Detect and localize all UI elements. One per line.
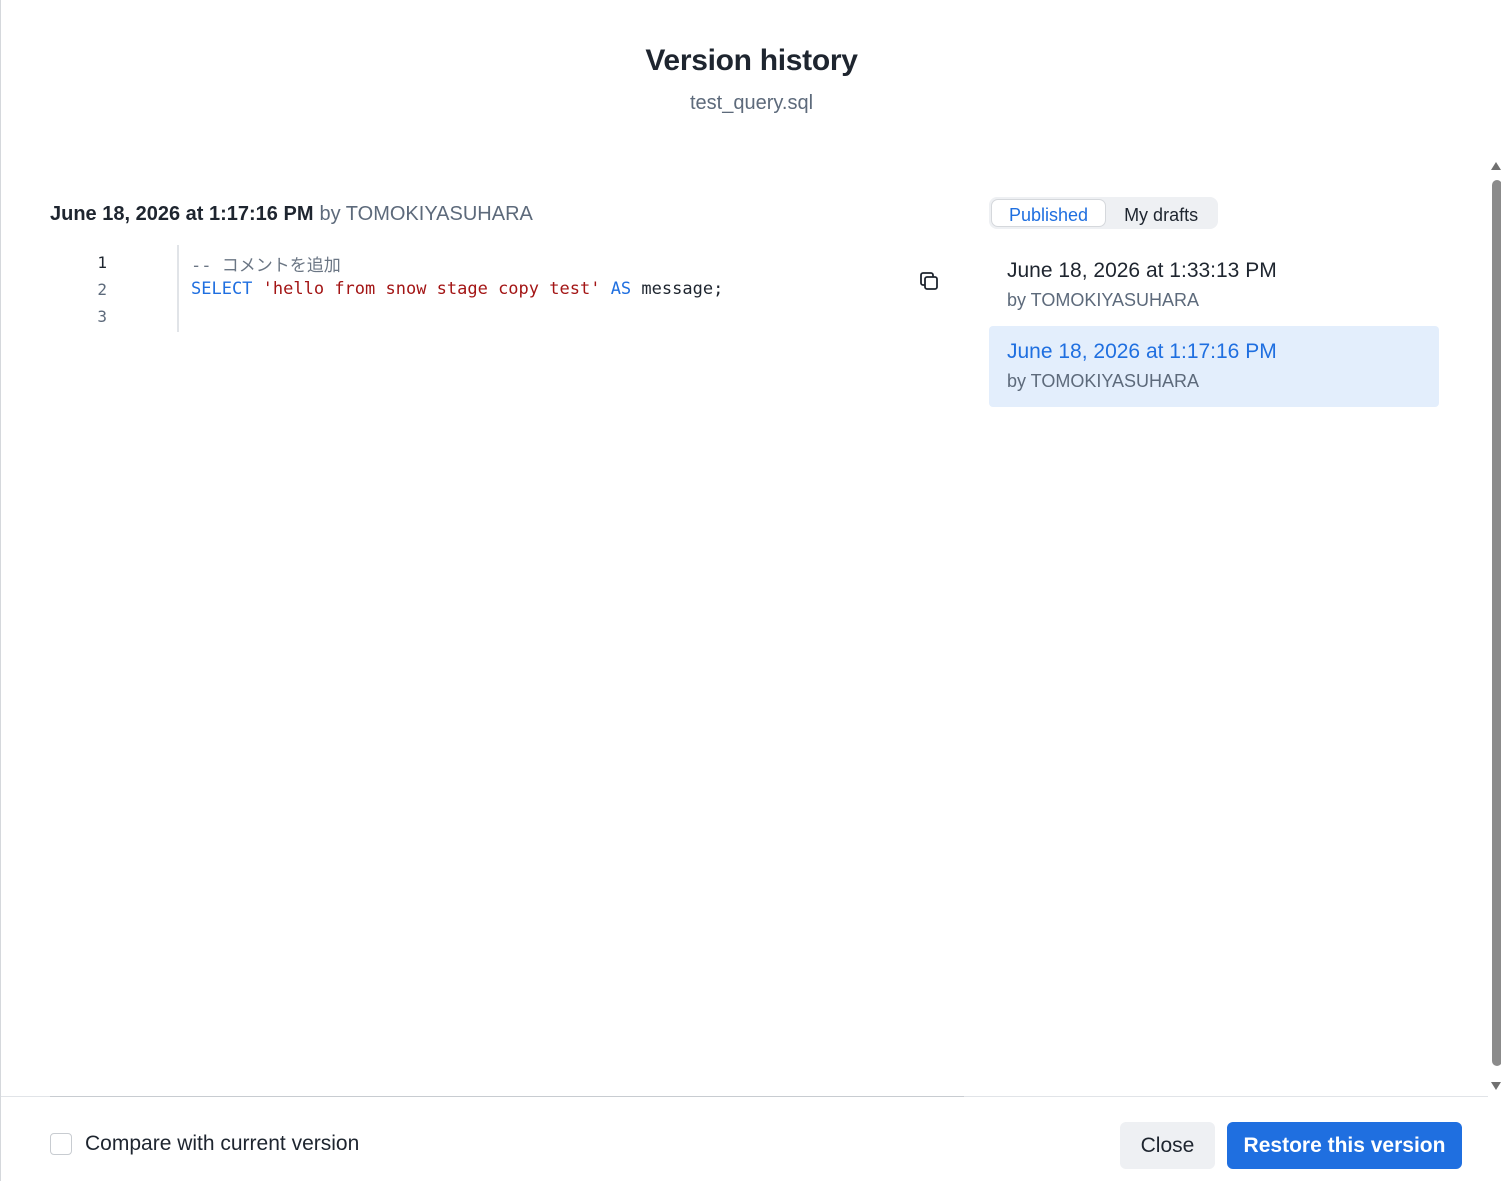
version-preview: June 18, 2026 at 1:17:16 PM by TOMOKIYASU… bbox=[50, 200, 950, 228]
version-list: June 18, 2026 at 1:33:13 PM by TOMOKIYAS… bbox=[989, 245, 1439, 407]
version-heading-author: by TOMOKIYASUHARA bbox=[319, 203, 533, 225]
code-comment: -- コメントを追加 bbox=[191, 256, 341, 276]
version-list-item-selected[interactable]: June 18, 2026 at 1:17:16 PM by TOMOKIYAS… bbox=[989, 326, 1439, 407]
line-number: 3 bbox=[97, 307, 107, 326]
scroll-up-arrow-icon[interactable] bbox=[1491, 162, 1501, 170]
tab-my-drafts[interactable]: My drafts bbox=[1106, 199, 1216, 227]
file-name: test_query.sql bbox=[689, 92, 814, 114]
copy-icon bbox=[920, 272, 938, 290]
dialog-title: Version history bbox=[645, 44, 858, 77]
code-string: 'hello from snow stage copy test' bbox=[262, 279, 601, 299]
version-heading: June 18, 2026 at 1:17:16 PM by TOMOKIYASU… bbox=[50, 200, 950, 228]
version-author: by TOMOKIYASUHARA bbox=[1007, 290, 1200, 310]
compare-label: Compare with current version bbox=[85, 1132, 360, 1155]
line-number: 2 bbox=[97, 280, 107, 299]
version-author: by TOMOKIYASUHARA bbox=[1007, 371, 1200, 391]
close-button[interactable]: Close bbox=[1120, 1122, 1215, 1169]
version-list-item[interactable]: June 18, 2026 at 1:33:13 PM by TOMOKIYAS… bbox=[989, 245, 1439, 326]
version-heading-date: June 18, 2026 at 1:17:16 PM bbox=[50, 203, 314, 225]
compare-toggle[interactable]: Compare with current version bbox=[50, 1132, 359, 1156]
copy-code-button[interactable] bbox=[916, 268, 942, 294]
compare-checkbox[interactable] bbox=[50, 1133, 72, 1155]
code-keyword: SELECT bbox=[191, 279, 253, 299]
code-line-1: -- コメントを追加 bbox=[191, 251, 341, 276]
footer-divider-accent bbox=[50, 1096, 964, 1097]
line-number-gutter: 1 2 3 bbox=[50, 245, 179, 332]
version-date: June 18, 2026 at 1:33:13 PM bbox=[1007, 259, 1277, 282]
version-history-dialog: Version history test_query.sql June 18, … bbox=[0, 0, 1501, 1181]
restore-version-button[interactable]: Restore this version bbox=[1227, 1122, 1462, 1169]
version-date: June 18, 2026 at 1:17:16 PM bbox=[1007, 340, 1277, 363]
code-text: message; bbox=[641, 279, 724, 299]
scroll-down-arrow-icon[interactable] bbox=[1491, 1082, 1501, 1090]
scrollbar[interactable] bbox=[1488, 160, 1501, 1090]
versions-panel: Published My drafts June 18, 2026 at 1:3… bbox=[989, 197, 1439, 407]
line-number: 1 bbox=[97, 253, 107, 272]
scroll-thumb[interactable] bbox=[1492, 180, 1501, 1066]
tab-published[interactable]: Published bbox=[991, 199, 1107, 227]
code-keyword: AS bbox=[610, 279, 632, 299]
version-tabs: Published My drafts bbox=[989, 197, 1219, 229]
code-viewer[interactable]: 1 2 3 -- コメントを追加 SELECT 'hello from snow… bbox=[50, 245, 950, 335]
code-line-2: SELECT 'hello from snow stage copy test'… bbox=[191, 279, 723, 299]
